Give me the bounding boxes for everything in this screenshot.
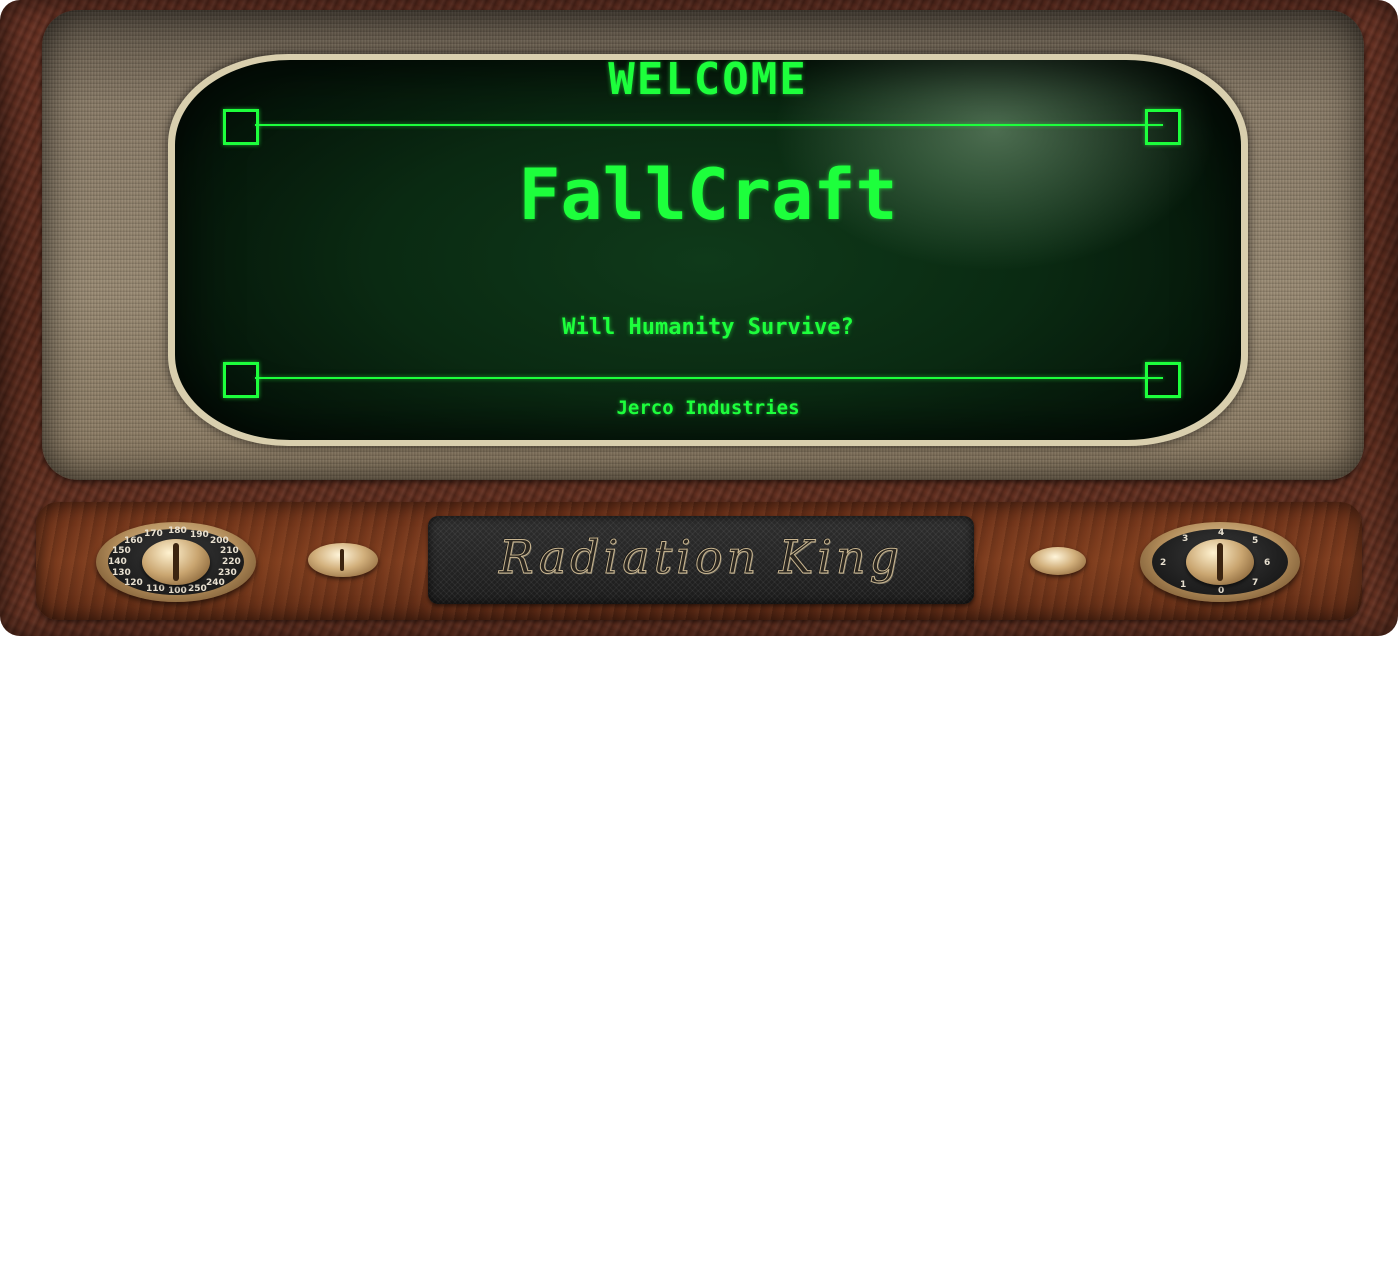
corner-box-bottom-left	[223, 362, 259, 398]
power-button[interactable]	[1030, 547, 1086, 575]
dial-number: 210	[220, 546, 239, 556]
dial-number: 190	[190, 530, 209, 540]
dial-number: 240	[206, 578, 225, 588]
dial-number: 200	[210, 536, 229, 546]
dial-number: 120	[124, 578, 143, 588]
dial-number: 3	[1182, 534, 1189, 544]
dial-number: 250	[188, 584, 207, 594]
dial-number: 220	[222, 557, 241, 567]
top-divider-line	[255, 124, 1163, 126]
dial-number: 110	[146, 584, 165, 594]
dial-knob[interactable]	[1186, 539, 1254, 585]
dial-number: 170	[144, 529, 163, 539]
dial-number: 100	[168, 586, 187, 596]
bottom-divider-line	[255, 377, 1163, 379]
dial-knob[interactable]	[142, 539, 210, 585]
radiation-king-tv: WELCOME FallCraft Will Humanity Survive?…	[0, 0, 1398, 636]
brand-nameplate: Radiation King	[428, 516, 974, 604]
game-title: FallCraft	[518, 154, 898, 236]
dial-number: 130	[112, 568, 131, 578]
dial-number: 4	[1218, 528, 1225, 538]
dial-number: 0	[1218, 586, 1225, 596]
corner-box-bottom-right	[1145, 362, 1181, 398]
dial-number: 140	[108, 557, 127, 567]
dial-number: 6	[1264, 558, 1271, 568]
dial-number: 1	[1180, 580, 1187, 590]
welcome-heading: WELCOME	[608, 60, 808, 105]
corner-box-top-right	[1145, 109, 1181, 145]
dial-number: 5	[1252, 536, 1259, 546]
dial-number: 160	[124, 536, 143, 546]
dial-number: 180	[168, 526, 187, 536]
dial-number: 2	[1160, 558, 1167, 568]
channel-dial-left[interactable]: 180 190 200 210 220 230 240 250 100 110 …	[96, 522, 256, 602]
brand-logo-text: Radiation King	[499, 530, 903, 585]
dial-number: 150	[112, 546, 131, 556]
volume-knob[interactable]	[308, 543, 378, 577]
crt-screen: WELCOME FallCraft Will Humanity Survive?…	[175, 60, 1241, 440]
tuning-dial-right[interactable]: 3 4 5 6 7 0 1 2	[1140, 522, 1300, 602]
company-name: Jerco Industries	[616, 397, 800, 419]
dial-number: 7	[1252, 578, 1259, 588]
corner-box-top-left	[223, 109, 259, 145]
tagline: Will Humanity Survive?	[562, 315, 854, 340]
dial-number: 230	[218, 568, 237, 578]
